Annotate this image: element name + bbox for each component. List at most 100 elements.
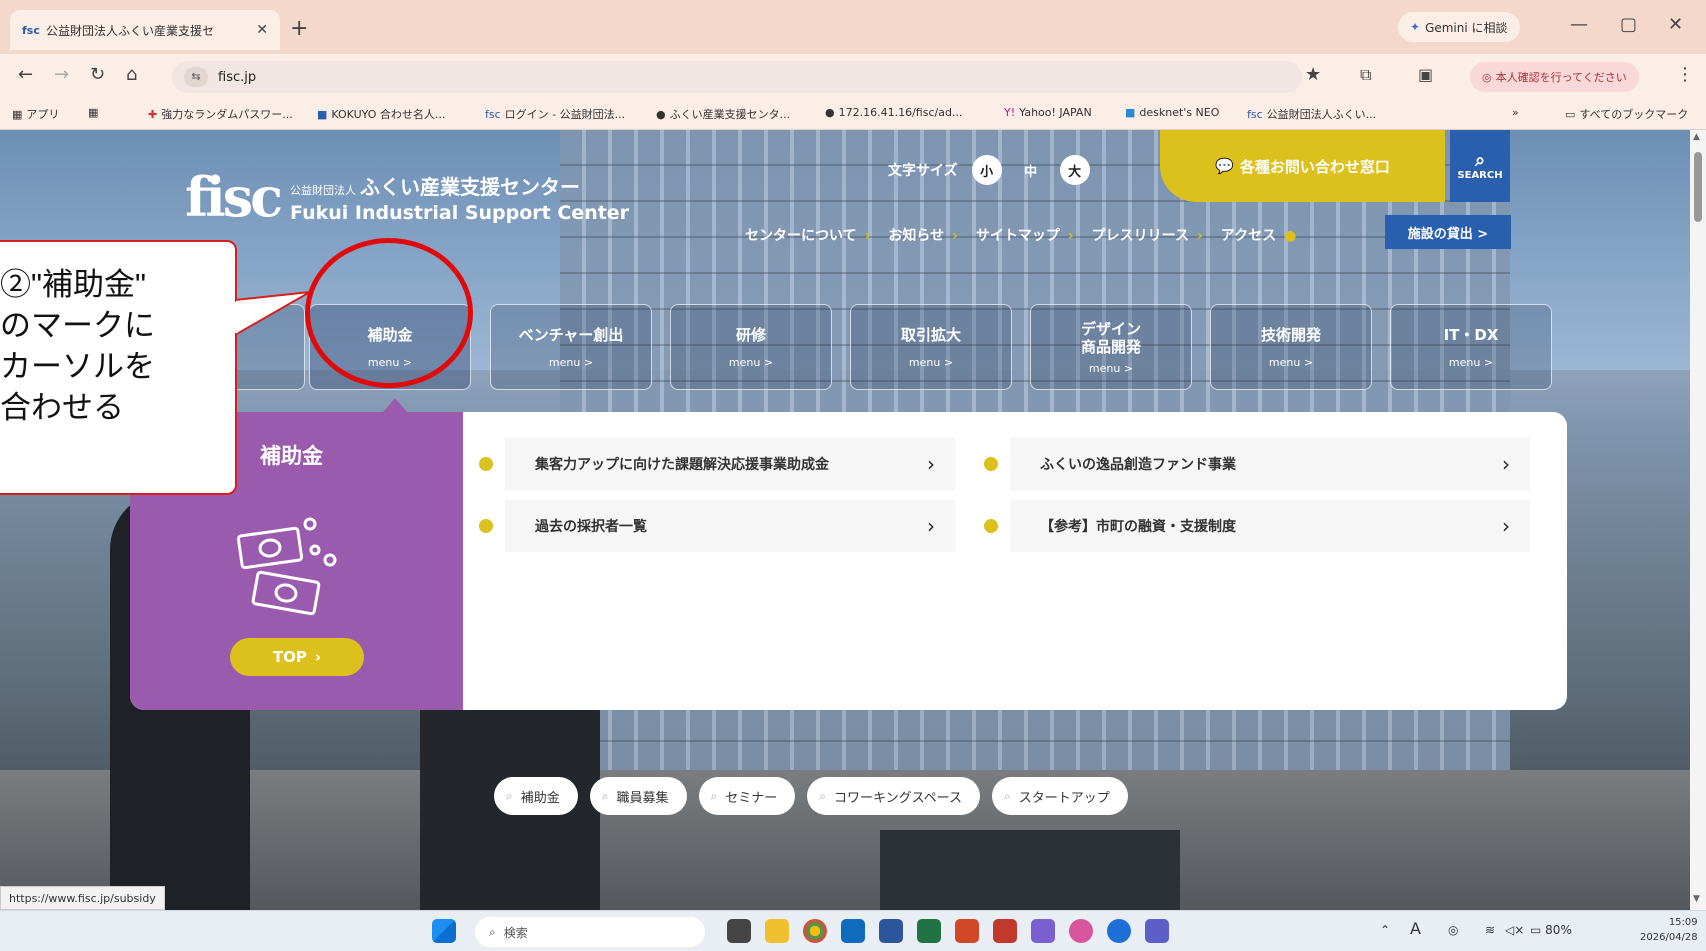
fisc-icon: fsc [485, 107, 501, 121]
tag-coworking[interactable]: ⌕ コワーキングスペース [807, 777, 981, 815]
tile-itdx[interactable]: IT・DX menu > [1390, 304, 1552, 390]
chevron-right-icon: › [952, 228, 958, 244]
password-icon: ✚ [148, 107, 158, 121]
logo-japanese: 公益財団法人 ふくい産業支援センター [290, 174, 581, 199]
taskbar-search[interactable]: ⌕ 検索 [475, 917, 705, 947]
tag-recruit[interactable]: ⌕ 職員募集 [589, 777, 687, 815]
font-size-label: 文字サイズ [888, 163, 958, 179]
extensions-icon[interactable]: ⧉ [1360, 65, 1371, 85]
tab-close-icon[interactable]: ✕ [256, 22, 268, 38]
callout-tail [235, 291, 311, 337]
task-view-icon[interactable] [727, 919, 751, 943]
chevron-right-icon: › [927, 514, 935, 538]
font-size-large-button[interactable]: 大 [1059, 155, 1090, 185]
font-size-control: 文字サイズ 小 中 大 [888, 155, 1090, 185]
bookmark-item[interactable]: ● 172.16.41.16/fisc/ad... [825, 106, 962, 119]
pdf-icon[interactable] [993, 919, 1017, 943]
back-arrow-icon[interactable]: ← [18, 64, 33, 85]
site-search-button[interactable]: ⌕ SEARCH [1450, 130, 1510, 202]
bookmark-item[interactable]: Y! Yahoo! JAPAN [1004, 106, 1092, 119]
close-window-button[interactable]: ✕ [1668, 14, 1683, 35]
bookmark-item[interactable]: ■ desknet's NEO [1125, 106, 1219, 119]
font-size-medium-button[interactable]: 中 [1016, 155, 1046, 185]
profile-button[interactable]: ◎ 本人確認を行ってください [1470, 62, 1639, 92]
tile-tech[interactable]: 技術開発 menu > [1210, 304, 1372, 390]
nav-press[interactable]: プレスリリース › [1092, 225, 1203, 245]
chevron-right-icon: › [864, 228, 871, 244]
volume-icon[interactable]: ◁× [1505, 923, 1524, 937]
copilot-icon[interactable] [1069, 919, 1093, 943]
ime-indicator[interactable]: A [1410, 919, 1421, 938]
bookmarks-more-button[interactable]: » [1512, 106, 1519, 119]
powerpoint-icon[interactable] [955, 919, 979, 943]
scroll-down-icon[interactable]: ▼ [1693, 894, 1700, 904]
keyword-tags: ⌕ 補助金 ⌕ 職員募集 ⌕ セミナー ⌕ コワーキングスペース ⌕ スタートアップ [494, 777, 1128, 815]
tray-app-icon[interactable]: ◎ [1448, 923, 1458, 937]
reading-mode-icon[interactable]: ▣ [1418, 65, 1433, 84]
battery-status[interactable]: ▭ 80% [1530, 923, 1572, 937]
minimize-button[interactable]: — [1570, 14, 1588, 35]
scroll-up-icon[interactable]: ▲ [1693, 132, 1700, 142]
browser-tab[interactable]: fsc 公益財団法人ふくい産業支援セ ✕ [10, 10, 280, 50]
home-icon[interactable]: ⌂ [126, 64, 137, 85]
file-explorer-icon[interactable] [765, 919, 789, 943]
edit-app-icon[interactable] [1031, 919, 1055, 943]
nav-news[interactable]: お知らせ › [888, 225, 958, 245]
tile-training[interactable]: 研修 menu > [670, 304, 832, 390]
wifi-icon[interactable]: ≋ [1485, 923, 1495, 937]
nav-access[interactable]: アクセス ● [1221, 225, 1297, 245]
contact-button[interactable]: 💬 各種お問い合わせ窓口 [1160, 130, 1445, 202]
facility-rental-button[interactable]: 施設の貸出 > [1385, 215, 1511, 249]
menu-link[interactable]: 【参考】市町の融資・支援制度 › [984, 500, 1530, 552]
chrome-icon[interactable] [803, 919, 827, 943]
clock[interactable]: 15:09 2026/04/28 [1640, 915, 1698, 945]
bookmark-item[interactable]: ▦ アプリ [12, 106, 59, 122]
bookmark-item[interactable]: fsc ログイン - 公益財団法... [485, 106, 625, 122]
nav-about[interactable]: センターについて › [745, 225, 870, 245]
site-favicon-icon: fsc [22, 23, 40, 37]
all-bookmarks-button[interactable]: ▭ すべてのブックマーク [1565, 106, 1688, 122]
menu-link[interactable]: 集客力アップに向けた課題解決応援事業助成金 › [479, 438, 955, 490]
reload-icon[interactable]: ↻ [90, 64, 105, 85]
site-info-icon[interactable]: ⇆ [184, 67, 208, 87]
site-logo[interactable]: fisc 公益財団法人 ふくい産業支援センター Fukui Industrial … [185, 165, 629, 229]
nav-sitemap[interactable]: サイトマップ › [976, 225, 1074, 245]
menu-link[interactable]: 過去の採択者一覧 › [479, 500, 955, 552]
forward-arrow-icon[interactable]: → [54, 64, 69, 85]
top-button[interactable]: TOP › [230, 638, 364, 676]
gemini-button[interactable]: ✦ Gemini に相談 [1398, 12, 1520, 42]
tag-seminar[interactable]: ⌕ セミナー [698, 777, 796, 815]
chevron-right-icon: › [927, 452, 935, 476]
tag-subsidy[interactable]: ⌕ 補助金 [494, 777, 578, 815]
bookmark-item[interactable]: ● ふくい産業支援センタ... [656, 106, 790, 122]
windows-start-icon[interactable] [432, 919, 456, 943]
bookmark-item[interactable]: ✚ 強力なランダムパスワー... [148, 106, 293, 122]
scroll-thumb[interactable] [1694, 152, 1702, 222]
tile-design[interactable]: デザイン 商品開発 menu > [1030, 304, 1192, 390]
search-icon: ⌕ [710, 788, 718, 803]
page-scrollbar[interactable]: ▲ ▼ [1690, 130, 1706, 910]
tile-venture[interactable]: ベンチャー創出 menu > [490, 304, 652, 390]
url-field[interactable]: ⇆ fisc.jp [172, 61, 1302, 93]
menu-kebab-icon[interactable]: ⋮ [1676, 64, 1694, 85]
teams-icon[interactable] [1145, 919, 1169, 943]
new-tab-button[interactable]: + [290, 16, 308, 41]
tile-trade[interactable]: 取引拡大 menu > [850, 304, 1012, 390]
bookmark-item[interactable]: ■ KOKUYO 合わせ名人... [317, 106, 445, 122]
word-icon[interactable] [879, 919, 903, 943]
bookmark-item[interactable]: fsc 公益財団法人ふくい... [1247, 106, 1376, 122]
tag-startup[interactable]: ⌕ スタートアップ [992, 777, 1128, 815]
page-viewport: fisc 公益財団法人 ふくい産業支援センター Fukui Industrial … [0, 130, 1690, 910]
font-size-small-button[interactable]: 小 [971, 155, 1002, 185]
screen: fsc 公益財団法人ふくい産業支援セ ✕ + ✦ Gemini に相談 — ▢ … [0, 0, 1706, 951]
url-text: fisc.jp [218, 69, 257, 85]
outlook-icon[interactable] [841, 919, 865, 943]
bookmark-star-icon[interactable]: ★ [1305, 64, 1321, 85]
bookmark-item[interactable]: ▦ [88, 106, 102, 119]
restore-button[interactable]: ▢ [1620, 14, 1637, 35]
menu-link[interactable]: ふくいの逸品創造ファンド事業 › [984, 438, 1530, 490]
map-pin-icon: ● [1284, 228, 1297, 244]
excel-icon[interactable] [917, 919, 941, 943]
tray-chevron-icon[interactable]: ⌃ [1380, 923, 1390, 937]
chat-app-icon[interactable] [1107, 919, 1131, 943]
